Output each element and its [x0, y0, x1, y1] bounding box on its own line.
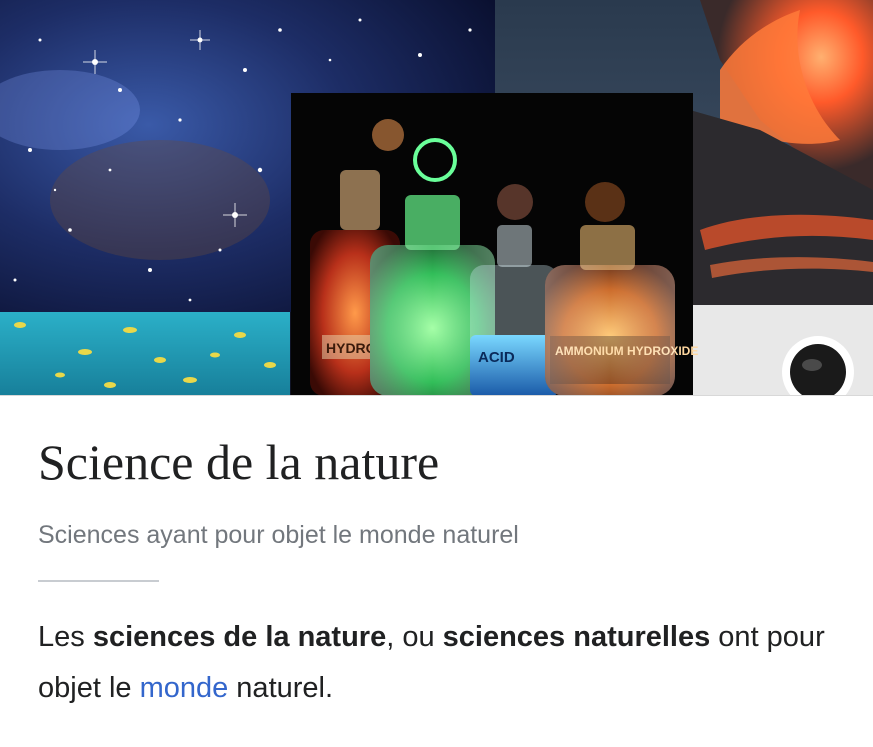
eclipse-panel [693, 305, 873, 395]
extract-bold-term: sciences naturelles [442, 620, 711, 653]
lead-image[interactable]: HYDROCHLORIC ACID [0, 0, 873, 396]
page-title: Science de la nature [38, 434, 440, 490]
divider [38, 579, 159, 582]
extract-bold-term: sciences de la nature [92, 620, 387, 653]
page-description: Sciences ayant pour objet le monde natur… [38, 520, 519, 549]
extract-text: Les [38, 620, 93, 653]
bottle-label-2: ACID [478, 349, 515, 366]
article-summary: Science de la nature Sciences ayant pour… [0, 434, 873, 715]
extract-text: , ou [386, 620, 443, 653]
extract-text: naturel. [228, 672, 334, 705]
link-monde[interactable]: monde [140, 672, 229, 704]
chemistry-panel: HYDROCHLORIC ACID [291, 93, 698, 395]
article-extract: Les sciences de la nature, ou sciences n… [38, 612, 835, 715]
science-collage-image: HYDROCHLORIC ACID [0, 0, 873, 395]
fish-panel [0, 312, 290, 395]
